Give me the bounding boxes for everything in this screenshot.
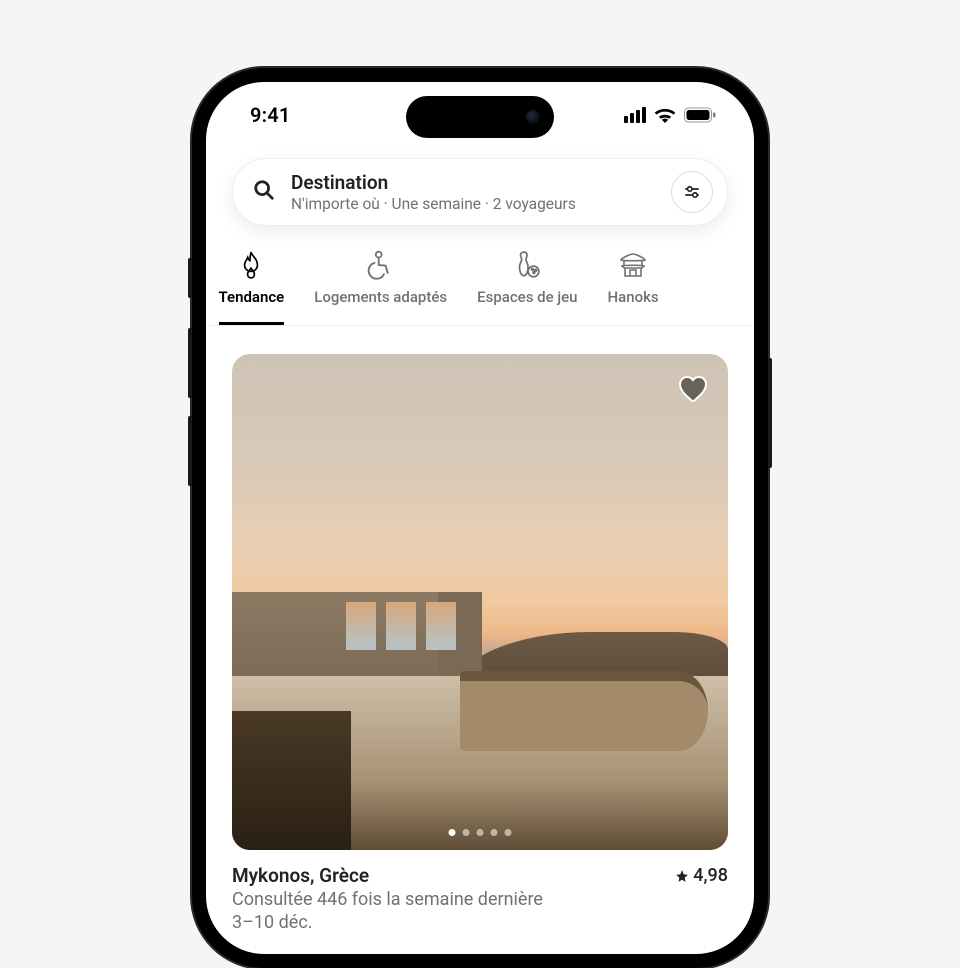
listing-card[interactable]: Mykonos, Grèce 4,98 Consultée 446 fois l… bbox=[232, 354, 728, 933]
wheelchair-icon bbox=[367, 250, 395, 280]
category-tab-adapted[interactable]: Logements adaptés bbox=[314, 250, 447, 325]
phone-frame: 9:41 Destination N'impo bbox=[192, 68, 768, 968]
status-time: 9:41 bbox=[250, 103, 291, 127]
category-tab-trending[interactable]: Tendance bbox=[219, 250, 285, 325]
carousel-dot bbox=[491, 829, 498, 836]
category-tabs[interactable]: de Tendance Logements adaptés bbox=[206, 250, 754, 326]
cellular-signal-icon bbox=[624, 107, 646, 123]
category-tab-hanoks[interactable]: Hanoks bbox=[608, 250, 659, 325]
filter-button[interactable] bbox=[671, 171, 713, 213]
category-tab-play[interactable]: Espaces de jeu bbox=[477, 250, 577, 325]
wifi-icon bbox=[654, 107, 676, 123]
search-bar[interactable]: Destination N'importe où · Une semaine ·… bbox=[232, 158, 728, 226]
flame-icon bbox=[237, 250, 265, 280]
category-label: Hanoks bbox=[608, 288, 659, 306]
bowling-icon bbox=[513, 250, 541, 280]
search-subtitle: N'importe où · Une semaine · 2 voyageurs bbox=[291, 195, 655, 213]
star-icon bbox=[675, 869, 689, 883]
favorite-button[interactable] bbox=[674, 370, 712, 408]
phone-screen: 9:41 Destination N'impo bbox=[206, 82, 754, 954]
search-title: Destination bbox=[291, 171, 655, 194]
listing-views: Consultée 446 fois la semaine dernière bbox=[232, 889, 728, 910]
heart-icon bbox=[677, 373, 709, 405]
carousel-dot bbox=[505, 829, 512, 836]
listing-dates: 3–10 déc. bbox=[232, 912, 728, 933]
search-icon bbox=[253, 179, 275, 205]
carousel-dot bbox=[449, 829, 456, 836]
carousel-dots bbox=[449, 829, 512, 836]
category-label: Logements adaptés bbox=[314, 288, 447, 306]
carousel-dot bbox=[463, 829, 470, 836]
listing-rating: 4,98 bbox=[675, 865, 728, 886]
listing-title: Mykonos, Grèce bbox=[232, 864, 369, 887]
phone-side-buttons-left bbox=[188, 258, 192, 504]
rating-value: 4,98 bbox=[693, 865, 728, 886]
listing-photo-carousel[interactable] bbox=[232, 354, 728, 850]
battery-icon bbox=[684, 107, 716, 123]
carousel-dot bbox=[477, 829, 484, 836]
dynamic-island bbox=[406, 96, 554, 138]
category-label: Tendance bbox=[219, 288, 285, 306]
category-label: Espaces de jeu bbox=[477, 288, 577, 306]
front-camera-icon bbox=[526, 110, 540, 124]
status-indicators bbox=[624, 107, 716, 123]
hanok-icon bbox=[619, 250, 647, 280]
sliders-icon bbox=[683, 183, 701, 201]
phone-side-button-right bbox=[768, 358, 772, 468]
